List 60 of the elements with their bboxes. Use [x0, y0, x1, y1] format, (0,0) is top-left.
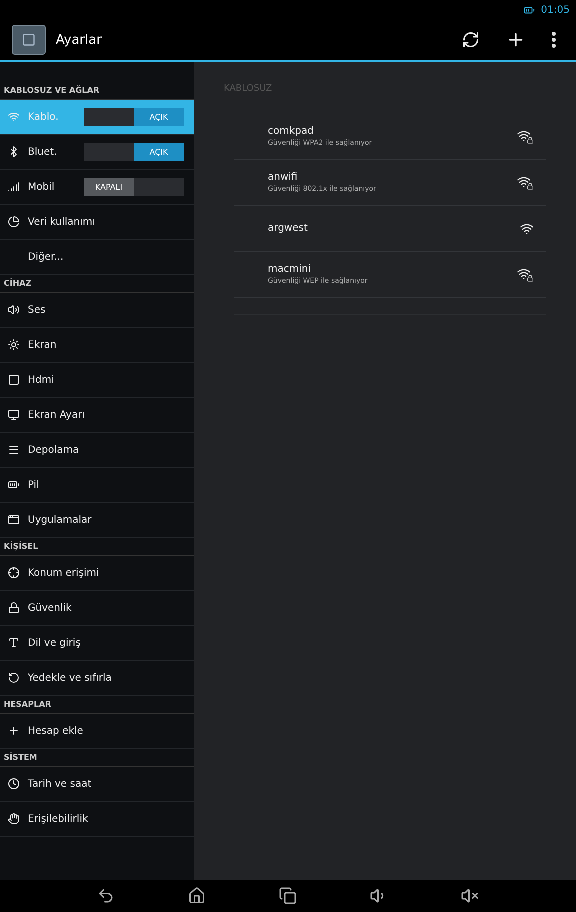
toggle-switch[interactable]: AÇIK: [84, 143, 184, 161]
monitor-icon: [8, 409, 20, 421]
sidebar-item[interactable]: Bluet. AÇIK: [0, 135, 194, 170]
crosshair-icon: [8, 567, 20, 579]
item-label: Depolama: [28, 444, 80, 456]
item-label: Dil ve giriş: [28, 638, 81, 648]
app-window-icon: [8, 514, 20, 526]
section-header: HESAPLAR: [0, 696, 194, 714]
item-label: Erişilebilirlik: [28, 814, 88, 824]
hand-icon: [8, 813, 20, 825]
section-header: KİŞİSEL: [0, 538, 194, 556]
lock-icon: [8, 602, 20, 614]
item-label: Veri kullanımı: [28, 216, 96, 228]
switch-thumb: AÇIK: [134, 108, 184, 126]
item-label: Hesap ekle: [28, 726, 84, 736]
item-label: Diğer...: [28, 252, 64, 262]
switch-thumb: KAPALI: [84, 178, 134, 196]
network-item[interactable]: argwest: [234, 206, 546, 252]
window-title: Ayarlar: [56, 32, 103, 48]
status-time: 01:05: [541, 4, 570, 16]
item-label: Pil: [28, 480, 40, 490]
menu-icon: [552, 32, 556, 48]
item-label: Bluet.: [28, 146, 58, 158]
item-label: Mobil: [28, 182, 56, 192]
sidebar-item[interactable]: Mobil KAPALI: [0, 170, 194, 205]
toggle-switch[interactable]: AÇIK: [84, 108, 184, 126]
toggle-switch[interactable]: KAPALI: [84, 178, 184, 196]
item-label: Konum erişimi: [28, 568, 100, 578]
speaker-icon: [8, 304, 20, 316]
battery-icon: [8, 479, 20, 491]
sun-icon: [8, 339, 20, 351]
signal-icon: [8, 181, 20, 193]
item-label: Uygulamalar: [28, 514, 92, 526]
lines-icon: [8, 444, 20, 456]
section-header: CİHAZ: [0, 275, 194, 293]
bluetooth-icon: [8, 146, 20, 158]
sidebar-item[interactable]: Kablo. AÇIK: [0, 100, 194, 135]
network-name: comkpad: [268, 126, 315, 137]
pie-chart-icon: [8, 216, 20, 228]
item-label: Ses: [28, 304, 46, 316]
item-label: Yedekle ve sıfırla: [28, 672, 112, 684]
item-label: Güvenlik: [28, 602, 72, 614]
item-label: Ekran Ayarı: [28, 410, 85, 420]
settings-app-icon[interactable]: [12, 25, 46, 55]
rotate-icon: [8, 672, 20, 684]
square-icon: [8, 374, 20, 386]
clock-icon: [8, 778, 20, 790]
item-label: Hdmi: [28, 374, 54, 386]
network-name: anwifi: [268, 172, 299, 183]
battery-icon: [524, 4, 536, 16]
refresh-icon: [462, 31, 480, 49]
item-label: Tarih ve saat: [28, 778, 92, 790]
section-header: SİSTEM: [0, 749, 194, 767]
network-name: macmini: [268, 264, 312, 275]
switch-thumb: AÇIK: [134, 143, 184, 161]
letter-icon: [8, 637, 20, 649]
plus-icon: [8, 725, 20, 737]
item-label: Ekran: [28, 340, 57, 350]
item-label: Kablo.: [28, 112, 60, 122]
network-name: argwest: [268, 223, 309, 234]
